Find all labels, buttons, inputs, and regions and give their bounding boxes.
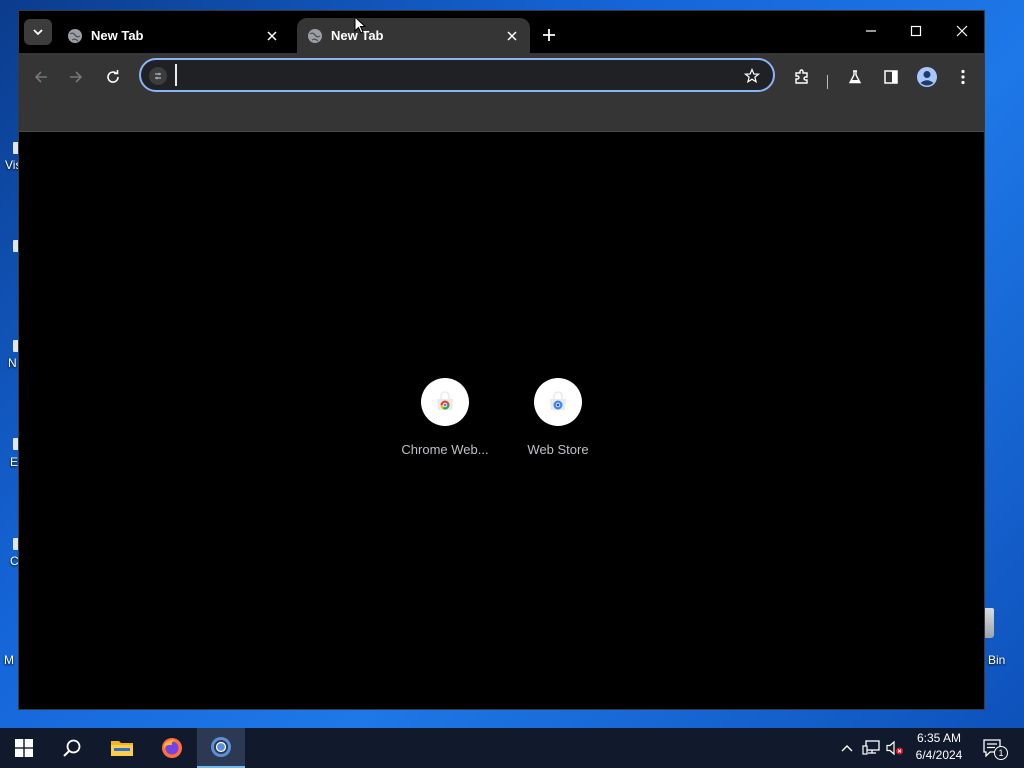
site-info-icon[interactable] — [149, 67, 167, 85]
shortcut-web-store[interactable]: Web Store — [502, 378, 614, 468]
desktop-icon-label[interactable]: E — [10, 455, 18, 469]
close-icon — [956, 25, 968, 37]
chrome-taskbar-button[interactable] — [197, 728, 245, 768]
reload-button[interactable] — [99, 63, 127, 91]
tab-new-tab[interactable]: New Tab — [57, 18, 290, 53]
file-explorer-icon — [111, 741, 133, 756]
desktop-icon-label[interactable]: M — [4, 653, 14, 667]
network-icon — [862, 740, 880, 755]
reload-icon — [107, 70, 119, 83]
menu-button[interactable] — [949, 63, 977, 91]
shortcut-icon-circle — [421, 378, 469, 426]
notification-count-badge: 1 — [994, 746, 1008, 760]
system-clock[interactable]: 6:35 AM 6/4/2024 — [908, 730, 970, 766]
mouse-cursor-icon — [354, 16, 366, 34]
flask-icon — [848, 70, 862, 84]
action-center-button[interactable]: 1 — [978, 734, 1008, 762]
new-tab-page: Chrome Web... Web Store — [19, 133, 984, 709]
desktop-icon-label[interactable]: N — [8, 356, 17, 370]
shortcut-label: Chrome Web... — [401, 442, 489, 457]
recycle-bin-label[interactable]: Bin — [988, 653, 1005, 667]
avatar-icon — [917, 67, 937, 87]
close-tab-button[interactable] — [504, 28, 520, 44]
forward-button[interactable] — [62, 63, 90, 91]
omnibox-input[interactable] — [175, 64, 735, 86]
labs-button[interactable] — [841, 63, 869, 91]
file-explorer-button[interactable] — [98, 728, 146, 768]
volume-button[interactable] — [885, 738, 905, 758]
back-button[interactable] — [27, 63, 55, 91]
volume-muted-icon — [886, 740, 903, 756]
side-panel-button[interactable] — [877, 63, 905, 91]
puzzle-icon — [795, 69, 808, 84]
clock-time: 6:35 AM — [916, 731, 962, 745]
maximize-icon — [910, 25, 922, 37]
globe-icon — [308, 28, 322, 43]
minimize-icon — [866, 30, 876, 32]
browser-toolbar — [19, 53, 984, 132]
firefox-icon — [162, 738, 182, 758]
show-hidden-icons-button[interactable] — [837, 738, 857, 758]
globe-icon — [68, 28, 82, 43]
tab-strip: New Tab New Tab — [19, 11, 984, 53]
web-store-icon — [550, 391, 566, 410]
close-tab-button[interactable] — [264, 28, 280, 44]
toolbar-divider — [827, 75, 828, 89]
shortcut-chrome-web-store[interactable]: Chrome Web... — [389, 378, 501, 468]
arrow-right-icon — [70, 71, 83, 83]
new-tab-button[interactable] — [537, 23, 561, 47]
windows-logo-icon — [15, 739, 33, 757]
tab-title: New Tab — [91, 28, 144, 43]
more-vert-icon — [961, 69, 965, 85]
search-button[interactable] — [48, 728, 96, 768]
close-icon — [507, 30, 517, 41]
close-window-button[interactable] — [945, 17, 979, 45]
browser-window: New Tab New Tab Chrome Web... Web Store — [18, 10, 985, 710]
clock-date: 6/4/2024 — [915, 748, 963, 762]
shortcut-icon-circle — [534, 378, 582, 426]
shortcut-label: Web Store — [527, 442, 589, 457]
chrome-icon — [211, 737, 231, 757]
taskbar: 6:35 AM 6/4/2024 1 — [0, 728, 1024, 768]
profile-button[interactable] — [913, 63, 941, 91]
firefox-button[interactable] — [148, 728, 196, 768]
side-panel-icon — [884, 70, 898, 84]
address-bar[interactable] — [139, 58, 775, 92]
star-icon — [744, 68, 760, 84]
chevron-down-icon — [33, 29, 43, 36]
plus-icon — [543, 29, 555, 41]
search-icon — [63, 739, 81, 757]
bookmark-button[interactable] — [741, 65, 763, 87]
start-button[interactable] — [0, 728, 48, 768]
extensions-button[interactable] — [788, 63, 816, 91]
network-button[interactable] — [861, 738, 881, 758]
tab-new-tab-active[interactable]: New Tab — [297, 18, 530, 53]
chevron-up-icon — [841, 745, 853, 752]
maximize-button[interactable] — [899, 17, 933, 45]
tab-search-button[interactable] — [24, 19, 52, 45]
arrow-left-icon — [34, 71, 47, 83]
close-icon — [267, 30, 277, 41]
minimize-button[interactable] — [854, 17, 888, 45]
chrome-web-store-icon — [437, 391, 453, 410]
